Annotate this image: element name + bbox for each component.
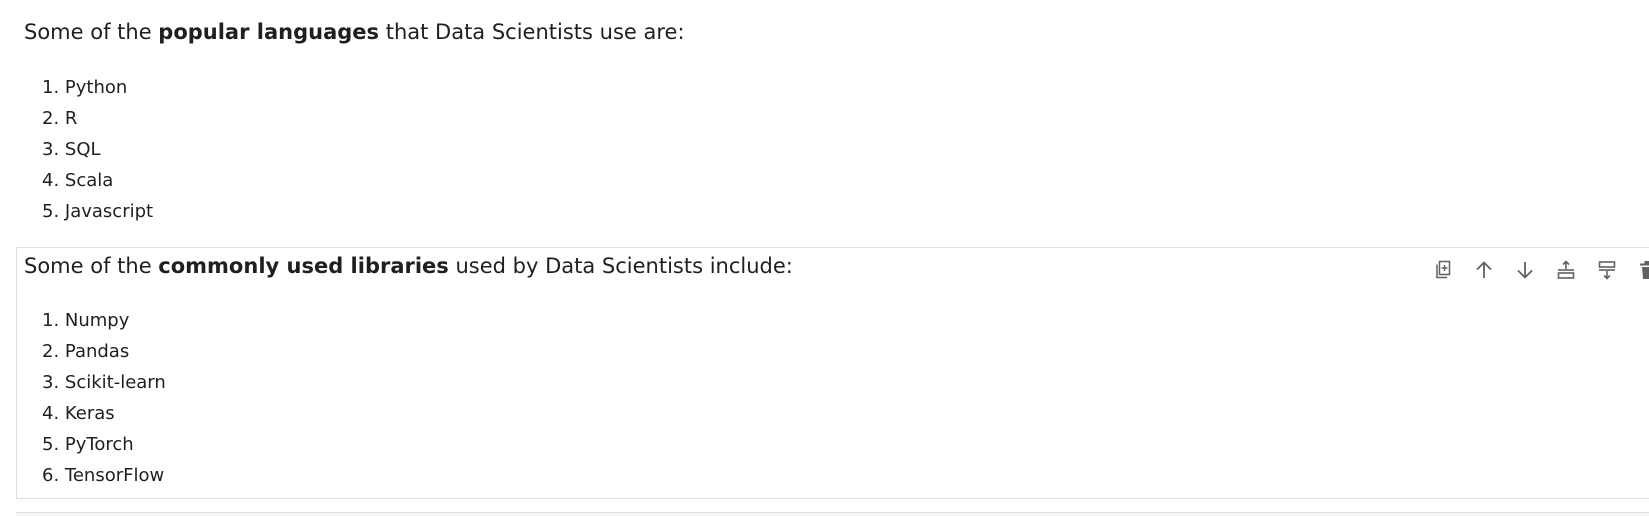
intro-suffix: that Data Scientists use are:	[379, 20, 685, 44]
list-item: 5. Javascript	[42, 201, 154, 222]
insert-below-icon	[1598, 261, 1615, 280]
delete-icon	[1639, 261, 1649, 279]
cell-intro-text: Some of the popular languages that Data …	[24, 18, 685, 46]
list-item: 4. Keras	[42, 403, 115, 424]
list-item: 1. Python	[42, 77, 128, 98]
list-item: 3. SQL	[42, 139, 101, 160]
list-item: 1. Numpy	[42, 310, 130, 331]
delete-cell-button[interactable]	[1627, 255, 1649, 285]
intro-bold: popular languages	[158, 20, 380, 44]
duplicate-icon	[1435, 260, 1450, 279]
intro-suffix: used by Data Scientists include:	[448, 254, 793, 278]
languages-list: 1. Python 2. R 3. SQL 4. Scala 5. Javasc…	[42, 72, 153, 227]
insert-below-button[interactable]	[1586, 255, 1627, 285]
list-item: 3. Scikit-learn	[42, 372, 166, 393]
list-item: 2. R	[42, 108, 78, 129]
next-cell-edge	[16, 512, 1649, 516]
list-item: 5. PyTorch	[42, 434, 134, 455]
cell-toolbar	[1422, 255, 1649, 285]
cell-intro-text: Some of the commonly used libraries used…	[24, 252, 793, 280]
markdown-cell-languages[interactable]: Some of the popular languages that Data …	[16, 0, 1649, 234]
intro-prefix: Some of the	[24, 254, 159, 278]
intro-bold: commonly used libraries	[158, 254, 449, 278]
move-down-icon	[1516, 262, 1533, 279]
intro-prefix: Some of the	[24, 20, 159, 44]
list-item: 4. Scala	[42, 170, 114, 191]
list-item: 6. TensorFlow	[42, 465, 165, 486]
list-item: 2. Pandas	[42, 341, 130, 362]
insert-above-icon	[1557, 260, 1574, 279]
notebook: Some of the popular languages that Data …	[0, 0, 1649, 516]
move-up-icon	[1475, 261, 1492, 278]
markdown-cell-libraries[interactable]: Some of the commonly used libraries used…	[16, 247, 1649, 499]
move-down-button[interactable]	[1504, 255, 1545, 285]
libraries-list: 1. Numpy 2. Pandas 3. Scikit-learn 4. Ke…	[42, 305, 166, 491]
duplicate-cell-button[interactable]	[1422, 255, 1463, 285]
insert-above-button[interactable]	[1545, 255, 1586, 285]
move-up-button[interactable]	[1463, 255, 1504, 285]
